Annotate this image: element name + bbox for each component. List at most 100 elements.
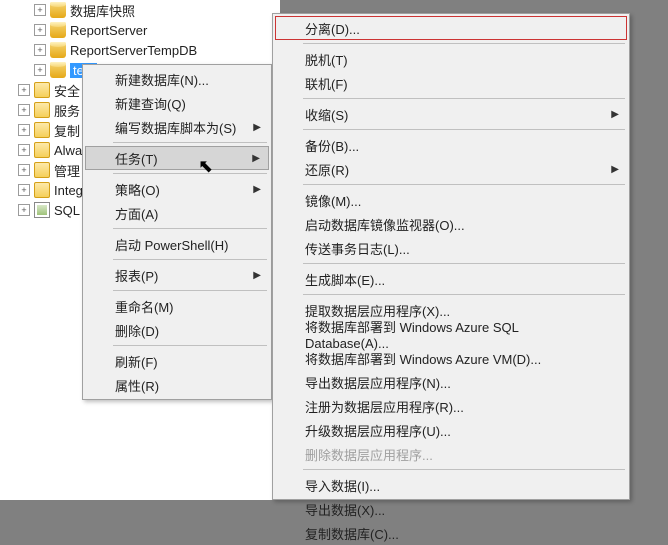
menu-separator (113, 290, 267, 291)
tree-item[interactable]: + 数据库快照 (0, 0, 280, 20)
menu-item[interactable]: 编写数据库脚本为(S)▶ (85, 115, 269, 139)
expand-icon[interactable]: + (18, 104, 30, 116)
menu-item[interactable]: 启动 PowerShell(H) (85, 232, 269, 256)
menu-item[interactable]: 分离(D)... (275, 16, 627, 40)
tree-item-label: 安全 (54, 81, 80, 100)
menu-separator (113, 173, 267, 174)
db-icon (50, 2, 66, 18)
tree-item-label: ReportServer (70, 23, 147, 38)
expand-icon[interactable]: + (18, 144, 30, 156)
menu-item[interactable]: 属性(R) (85, 373, 269, 397)
menu-item[interactable]: 传送事务日志(L)... (275, 236, 627, 260)
submenu-arrow-icon: ▶ (253, 270, 261, 281)
tree-item-label: Integ (54, 183, 83, 198)
db-icon (50, 22, 66, 38)
tree-item-label: Alwa (54, 143, 82, 158)
menu-item-label: 启动 PowerShell(H) (115, 235, 228, 254)
menu-item[interactable]: 重命名(M) (85, 294, 269, 318)
menu-separator (303, 263, 625, 264)
menu-item-label: 传送事务日志(L)... (305, 239, 410, 258)
menu-separator (303, 469, 625, 470)
tree-item-label: 数据库快照 (70, 1, 135, 20)
folder-icon (34, 142, 50, 158)
expand-icon[interactable]: + (34, 24, 46, 36)
menu-item[interactable]: 新建数据库(N)... (85, 67, 269, 91)
menu-item[interactable]: 注册为数据层应用程序(R)... (275, 394, 627, 418)
context-submenu-tasks[interactable]: 分离(D)... 脱机(T) 联机(F) 收缩(S) ▶ 备份(B)... 还原(R) ▶ 镜像… (272, 13, 630, 500)
folder-icon (34, 102, 50, 118)
menu-item-label: 注册为数据层应用程序(R)... (305, 397, 464, 416)
menu-item-label: 删除数据层应用程序... (305, 445, 433, 464)
menu-item[interactable]: 策略(O) ▶ (85, 177, 269, 201)
menu-item[interactable]: 生成脚本(E)... (275, 267, 627, 291)
menu-separator (113, 142, 267, 143)
menu-separator (303, 184, 625, 185)
menu-item[interactable]: 删除(D) (85, 318, 269, 342)
tree-item-label: ReportServerTempDB (70, 43, 197, 58)
menu-item-label: 复制数据库(C)... (305, 524, 399, 543)
menu-item-label: 报表(P) (115, 266, 158, 285)
menu-item: 删除数据层应用程序... (275, 442, 627, 466)
menu-item[interactable]: 导出数据(X)... (275, 497, 627, 521)
menu-item-label: 策略(O) (115, 180, 160, 199)
menu-item-label: 重命名(M) (115, 297, 174, 316)
menu-item-label: 方面(A) (115, 204, 158, 223)
tree-item[interactable]: + ReportServerTempDB (0, 40, 280, 60)
tree-item[interactable]: + ReportServer (0, 20, 280, 40)
expand-icon[interactable]: + (18, 204, 30, 216)
tree-item-label: SQL (54, 203, 80, 218)
menu-item[interactable]: 将数据库部署到 Windows Azure VM(D)... (275, 346, 627, 370)
menu-separator (113, 259, 267, 260)
expand-icon[interactable]: + (18, 84, 30, 96)
menu-item-label: 脱机(T) (305, 50, 348, 69)
tree-item-label: 管理 (54, 161, 80, 180)
menu-item[interactable]: 方面(A) (85, 201, 269, 225)
menu-item-label: 联机(F) (305, 74, 348, 93)
menu-item[interactable]: 导入数据(I)... (275, 473, 627, 497)
submenu-arrow-icon: ▶ (611, 109, 619, 120)
menu-item-label: 属性(R) (115, 376, 159, 395)
menu-item[interactable]: 启动数据库镜像监视器(O)... (275, 212, 627, 236)
submenu-arrow-icon: ▶ (611, 164, 619, 175)
menu-item[interactable]: 还原(R) ▶ (275, 157, 627, 181)
menu-item-label: 删除(D) (115, 321, 159, 340)
menu-separator (303, 294, 625, 295)
menu-separator (303, 98, 625, 99)
menu-item[interactable]: 备份(B)... (275, 133, 627, 157)
expand-icon[interactable]: + (34, 44, 46, 56)
menu-item[interactable]: 联机(F) (275, 71, 627, 95)
menu-item-label: 收缩(S) (305, 105, 348, 124)
menu-item-label: 升级数据层应用程序(U)... (305, 421, 451, 440)
menu-item[interactable]: 将数据库部署到 Windows Azure SQL Database(A)... (275, 322, 627, 346)
menu-item[interactable]: 镜像(M)... (275, 188, 627, 212)
menu-item[interactable]: 脱机(T) (275, 47, 627, 71)
menu-item[interactable]: 导出数据层应用程序(N)... (275, 370, 627, 394)
menu-item[interactable]: 升级数据层应用程序(U)... (275, 418, 627, 442)
menu-separator (113, 228, 267, 229)
menu-separator (303, 129, 625, 130)
menu-item[interactable]: 新建查询(Q) (85, 91, 269, 115)
menu-item-label: 刷新(F) (115, 352, 158, 371)
menu-item-label: 备份(B)... (305, 136, 359, 155)
menu-item-label: 编写数据库脚本为(S) (115, 118, 236, 137)
expand-icon[interactable]: + (18, 164, 30, 176)
menu-item-label: 还原(R) (305, 160, 349, 179)
menu-item[interactable]: 刷新(F) (85, 349, 269, 373)
expand-icon[interactable]: + (18, 184, 30, 196)
menu-item[interactable]: 任务(T)▶ (85, 146, 269, 170)
expand-icon[interactable]: + (34, 64, 46, 76)
menu-item[interactable]: 复制数据库(C)... (275, 521, 627, 545)
menu-item-label: 分离(D)... (305, 19, 360, 38)
menu-item[interactable]: 报表(P) ▶ (85, 263, 269, 287)
menu-item[interactable]: 收缩(S) ▶ (275, 102, 627, 126)
folder-icon (34, 122, 50, 138)
menu-separator (303, 43, 625, 44)
expand-icon[interactable]: + (34, 4, 46, 16)
menu-item-label: 启动数据库镜像监视器(O)... (305, 215, 465, 234)
menu-item-label: 新建数据库(N)... (115, 70, 209, 89)
tree-item-label: 复制 (54, 121, 80, 140)
menu-separator (113, 345, 267, 346)
expand-icon[interactable]: + (18, 124, 30, 136)
submenu-arrow-icon: ▶ (253, 184, 261, 195)
context-menu-database[interactable]: 新建数据库(N)...新建查询(Q)编写数据库脚本为(S)▶任务(T)▶策略(O… (82, 64, 272, 400)
